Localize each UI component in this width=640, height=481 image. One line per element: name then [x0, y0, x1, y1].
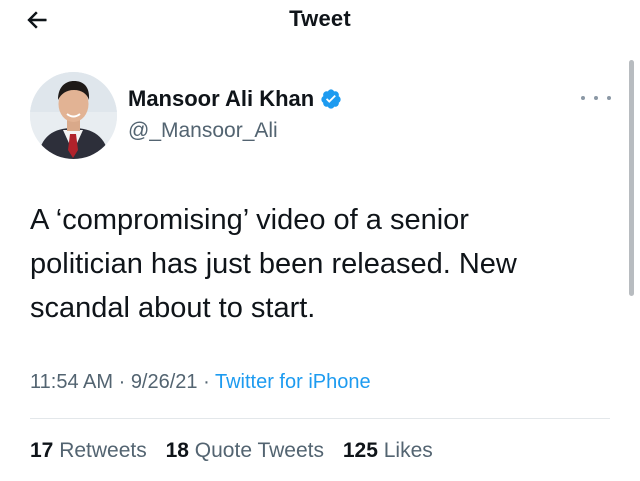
meta-separator: ·	[197, 371, 215, 393]
quote-tweets-count: 18	[165, 439, 189, 462]
scrollbar[interactable]	[629, 60, 634, 296]
tweet-stats: 17 Retweets 18 Quote Tweets 125 Likes	[30, 439, 446, 463]
tweet-time[interactable]: 11:54 AM	[30, 371, 113, 393]
tweet-text-line: politician has just been released. New	[30, 248, 517, 280]
quote-tweets-label: Quote Tweets	[194, 439, 324, 462]
more-horizontal-icon	[581, 96, 585, 100]
avatar[interactable]	[30, 72, 117, 159]
tweet-date[interactable]: 9/26/21	[131, 371, 198, 393]
tweet-text-line: scandal about to start.	[30, 292, 316, 324]
likes-stat[interactable]: 125 Likes	[343, 439, 433, 463]
verified-badge-icon	[320, 88, 342, 110]
author-name-row[interactable]: Mansoor Ali Khan	[128, 86, 342, 112]
page-title: Tweet	[289, 6, 351, 31]
retweets-stat[interactable]: 17 Retweets	[30, 439, 147, 463]
tweet-header: Tweet	[0, 0, 640, 44]
retweets-count: 17	[30, 439, 54, 462]
author-name[interactable]: Mansoor Ali Khan	[128, 86, 314, 112]
more-options-button[interactable]	[581, 91, 611, 105]
likes-count: 125	[342, 439, 378, 462]
quote-tweets-stat[interactable]: 18 Quote Tweets	[166, 439, 324, 463]
author-handle[interactable]: @_Mansoor_Ali	[128, 119, 278, 143]
retweets-label: Retweets	[59, 439, 147, 462]
meta-separator: ·	[113, 371, 131, 393]
tweet-text: A ‘compromising’ video of a senior polit…	[30, 198, 620, 330]
divider	[30, 418, 610, 419]
tweet-meta: 11:54 AM · 9/26/21 · Twitter for iPhone	[30, 371, 371, 394]
tweet-source-link[interactable]: Twitter for iPhone	[215, 371, 371, 393]
more-horizontal-icon	[594, 96, 598, 100]
more-horizontal-icon	[607, 96, 611, 100]
tweet-text-line: A ‘compromising’ video of a senior	[30, 204, 469, 236]
likes-label: Likes	[383, 439, 433, 462]
